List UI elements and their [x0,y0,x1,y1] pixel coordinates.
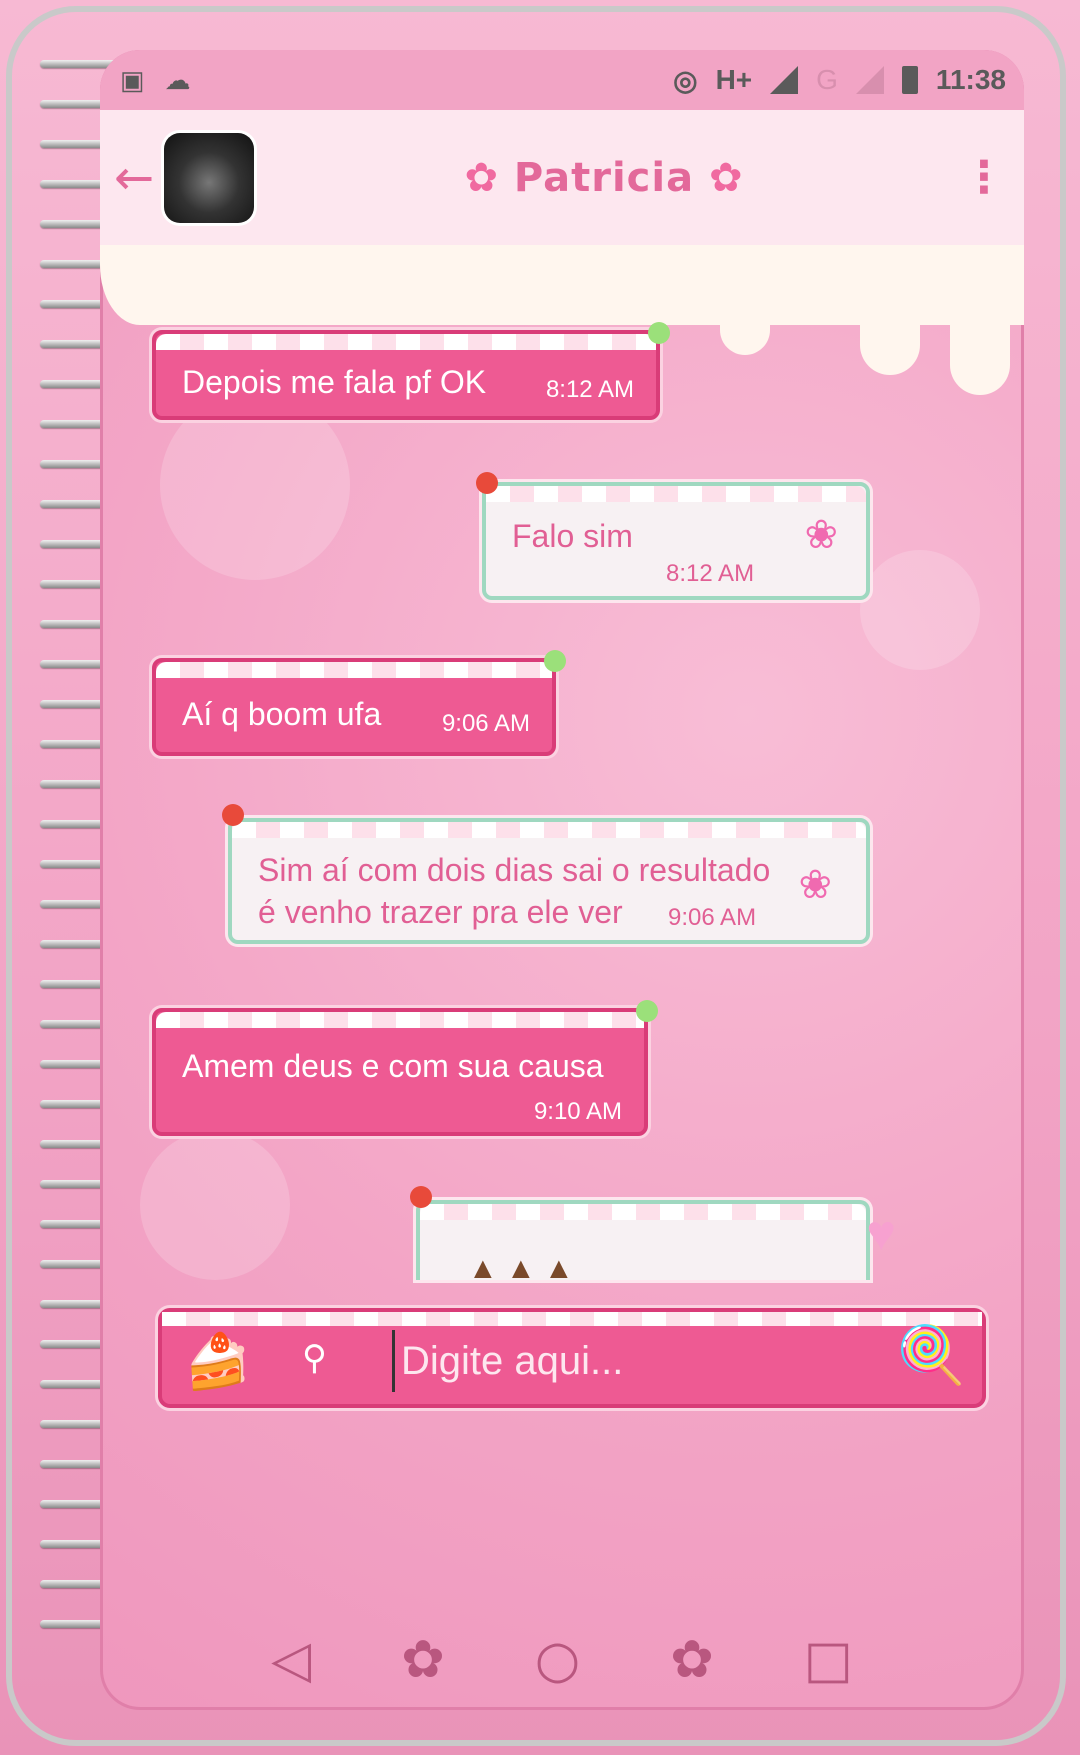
message-text-line-2: é venho trazer pra ele ver [258,894,623,930]
contact-avatar[interactable] [164,132,254,223]
candy-icon: ❀ [804,513,838,557]
navigation-bar: ◁ ✿ ○ ✿ □ [100,1610,1024,1710]
network-type-label-2: G [816,64,838,95]
nav-recents-icon[interactable]: □ [804,1630,853,1690]
contact-title[interactable]: ✿ Patricia ✿ [254,155,954,201]
back-arrow-icon[interactable]: ← [114,150,164,206]
message-bubble-incoming[interactable]: Depois me fala pf OK 8:12 AM [152,322,670,420]
cream-drip-decoration [100,245,1024,395]
chat-screen: ▣ ☁ ◎ H+ G 11:38 ← ✿ Patricia ✿ ⋮ Depois… [100,50,1024,1710]
status-bar: ▣ ☁ ◎ H+ G 11:38 [100,50,1024,110]
heart-icon: ♥ [866,1205,896,1261]
nav-flower-icon[interactable]: ✿ [401,1630,445,1690]
message-bubble-incoming[interactable]: Amem deus e com sua causa 9:10 AM [152,1000,658,1136]
sync-icon: ◎ [673,64,698,96]
nav-back-icon[interactable]: ◁ [271,1630,311,1690]
lollipop-icon [544,650,566,672]
message-time: 9:10 AM [533,1098,622,1125]
nav-flower-icon[interactable]: ✿ [670,1630,714,1690]
strawberry-icon [410,1186,432,1208]
cake-emoji-icon[interactable]: 🍰 [184,1330,251,1394]
message-bubble-outgoing[interactable]: Sim aí com dois dias sai o resultado é v… [222,804,870,944]
strawberry-icon [222,804,244,826]
status-time: 11:38 [935,64,1006,95]
overflow-menu-icon[interactable]: ⋮ [954,152,1014,203]
candy-icon: ❀ [798,863,832,907]
message-input[interactable] [392,1330,863,1392]
chat-header: ← ✿ Patricia ✿ ⋮ [100,110,1024,247]
message-bubble-incoming[interactable]: Aí q boom ufa 9:06 AM [152,650,566,756]
attachment-icon[interactable]: ⚲ [302,1338,327,1378]
battery-icon [901,66,918,94]
message-text: Aí q boom ufa [182,696,382,732]
message-time: 9:06 AM [668,904,757,931]
signal-icon [770,66,799,94]
signal-icon-2 [855,66,884,94]
phone-frame: ▣ ☁ ◎ H+ G 11:38 ← ✿ Patricia ✿ ⋮ Depois… [0,0,1080,1755]
lollipop-icon [648,322,670,344]
lollipop-send-icon[interactable]: 🍭 [896,1322,966,1388]
bottle-icon: ▲ ▲ ▲ [468,1252,574,1285]
message-time: 8:12 AM [666,560,755,587]
message-composer: 🍰 ⚲ 🍭 [158,1308,986,1408]
strawberry-icon [476,472,498,494]
cup-decoration [860,550,980,670]
network-type-label: H+ [715,64,753,95]
message-time: 9:06 AM [441,710,530,737]
cloud-notification-icon: ☁ [164,64,191,95]
flower-icon: ✿ [464,154,499,201]
message-time: 8:12 AM [545,376,634,403]
flower-icon: ✿ [709,154,744,201]
lollipop-icon [636,1000,658,1022]
contact-name: Patricia [513,154,695,201]
message-bubble-outgoing[interactable]: Falo sim 8:12 AM ❀ [476,472,870,600]
cupcake-decoration [140,1130,290,1280]
message-bubble-outgoing-partial[interactable]: ▲ ▲ ▲ ♥ [410,1186,896,1285]
message-text: Depois me fala pf OK [182,364,487,400]
message-text: Falo sim [512,518,633,554]
nav-home-icon[interactable]: ○ [535,1630,580,1690]
message-text: Amem deus e com sua causa [182,1048,604,1084]
message-text-line-1: Sim aí com dois dias sai o resultado [258,852,771,888]
image-notification-icon: ▣ [120,64,145,95]
